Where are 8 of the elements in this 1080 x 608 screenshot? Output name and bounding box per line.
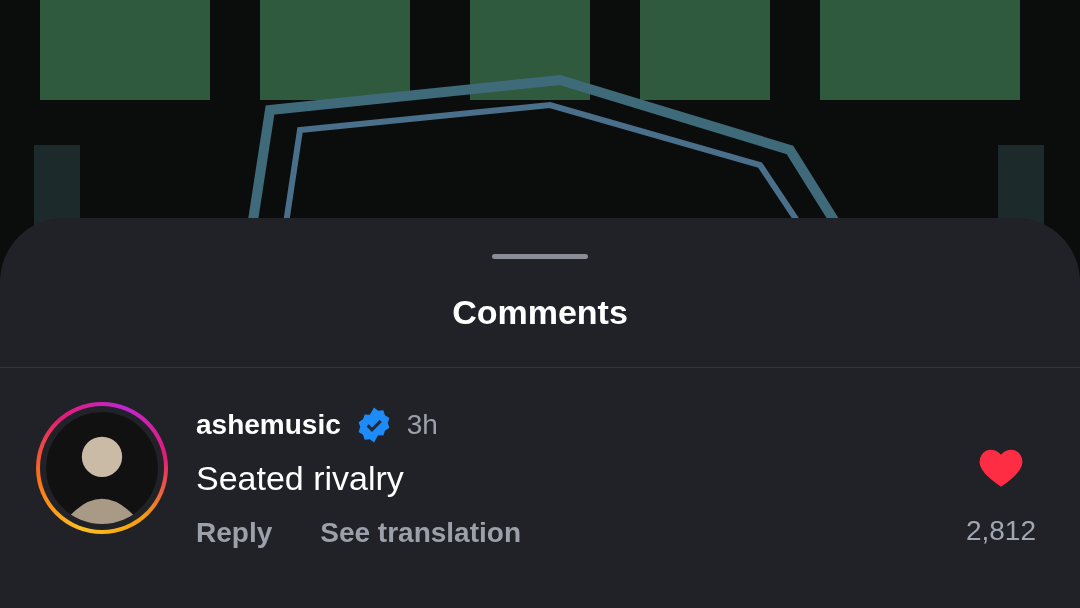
reply-link[interactable]: Reply — [196, 512, 273, 554]
see-translation-link[interactable]: See translation — [320, 512, 521, 554]
comment-time: 3h — [406, 408, 438, 442]
username[interactable]: ashemusic — [196, 404, 341, 446]
comment-text: Seated rivalry — [196, 458, 405, 498]
drag-handle[interactable] — [492, 254, 588, 259]
like-count: 2,812 — [965, 514, 1036, 548]
sheet-title: Comments — [452, 295, 628, 329]
